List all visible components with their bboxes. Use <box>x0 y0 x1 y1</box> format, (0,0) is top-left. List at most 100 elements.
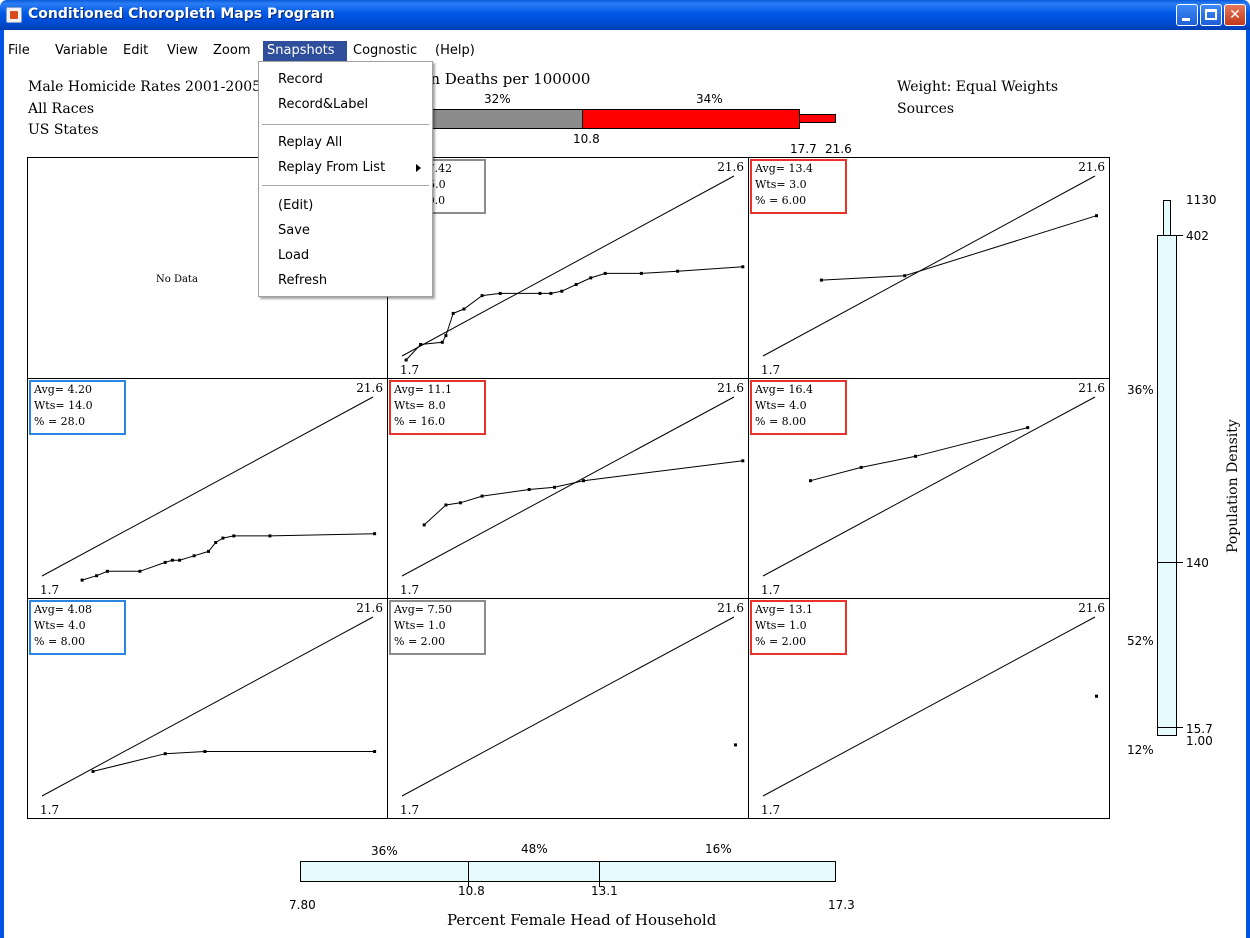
data-point <box>553 485 556 489</box>
top-slider-tick-21-6: 21.6 <box>825 142 852 156</box>
scatter-panel[interactable]: 21.6 1.7 Avg= 11.1 Wts= 8.0 % = 16.0 <box>387 378 749 599</box>
bottom-slider-middle-segment[interactable] <box>468 861 600 882</box>
stat-weights: Wts= 1.0 <box>755 619 807 632</box>
panel-max-label: 21.6 <box>356 601 383 615</box>
right-slider-middle-segment[interactable] <box>1157 562 1177 728</box>
menu-snapshots[interactable]: Snapshots <box>263 41 347 61</box>
data-point <box>163 752 167 756</box>
data-point <box>373 750 377 753</box>
data-point <box>819 278 823 282</box>
series-line <box>405 266 743 361</box>
right-slider-pct-middle: 52% <box>1127 634 1154 648</box>
stat-percent: % = 28.0 <box>34 415 86 428</box>
scatter-panel[interactable]: 21.61.7Avg= 7.42Wts= 5.0% = 10.0 <box>387 157 749 379</box>
window-title: Conditioned Choropleth Maps Program <box>28 6 335 22</box>
panel-max-label: 21.6 <box>1078 601 1105 615</box>
data-point <box>192 554 196 558</box>
stat-weights: Wts= 1.0 <box>394 619 446 632</box>
maximize-button[interactable] <box>1200 4 1222 26</box>
menu-item-save[interactable]: Save <box>278 223 310 238</box>
menu-file[interactable]: File <box>4 41 34 61</box>
bottom-slider-upper-segment[interactable] <box>599 861 836 882</box>
menu-item-record-label[interactable]: Record&Label <box>278 97 368 112</box>
menu-item-replay-from-list[interactable]: Replay From List <box>278 160 385 175</box>
right-slider-top-segment[interactable] <box>1163 200 1171 236</box>
panel-max-label: 21.6 <box>1078 381 1105 395</box>
data-point <box>462 307 466 311</box>
scatter-panel[interactable]: 21.6 1.7 Avg= 13.4 Wts= 3.0 % = 6.00 <box>748 157 1110 379</box>
menu-item-refresh[interactable]: Refresh <box>278 273 327 288</box>
data-point <box>560 289 564 293</box>
minimize-button[interactable] <box>1176 4 1198 26</box>
menu-variable[interactable]: Variable <box>51 41 112 61</box>
bottom-slider-tick-7-80: 7.80 <box>289 898 316 912</box>
scatter-panel[interactable]: 21.6 1.7 Avg= 4.20 Wts= 14.0 % = 28.0 <box>27 378 388 599</box>
panel-stats-box: Avg= 7.50 Wts= 1.0 % = 2.00 <box>389 600 486 655</box>
top-slider-tail-segment[interactable] <box>799 114 836 123</box>
data-point <box>589 276 593 280</box>
panel-min-label: 1.7 <box>400 803 420 817</box>
data-point <box>440 340 444 344</box>
data-point <box>903 274 907 278</box>
right-slider-pct-lower: 12% <box>1127 743 1154 757</box>
right-slider-upper-segment[interactable] <box>1157 235 1177 563</box>
no-data-label: No Data <box>156 274 198 285</box>
java-app-icon <box>6 7 22 23</box>
scatter-panel[interactable]: 21.6 1.7 Avg= 16.4 Wts= 4.0 % = 8.00 <box>748 378 1110 599</box>
data-point <box>419 343 423 346</box>
data-point <box>676 269 680 273</box>
panel-max-label: 21.6 <box>717 601 744 615</box>
right-slider-tick-mark <box>1177 562 1183 563</box>
menu-cognostic[interactable]: Cognostic <box>349 41 421 61</box>
stat-percent: % = 8.00 <box>34 635 86 648</box>
top-slider-upper-segment[interactable] <box>582 109 800 129</box>
series-line <box>92 751 375 772</box>
series-line <box>821 215 1097 281</box>
bottom-slider-tick-17-3: 17.3 <box>828 898 855 912</box>
menu-item-replay-all[interactable]: Replay All <box>278 135 342 150</box>
right-slider-tick-1-00: 1.00 <box>1186 734 1213 748</box>
close-button[interactable]: ✕ <box>1224 4 1246 26</box>
data-point <box>549 291 553 295</box>
panel-min-label: 1.7 <box>761 803 781 817</box>
right-slider-tick-1130: 1130 <box>1186 193 1217 207</box>
bottom-slider-lower-segment[interactable] <box>300 861 469 882</box>
scatter-panel[interactable]: 21.6 1.7 Avg= 7.50 Wts= 1.0 % = 2.00 <box>387 598 749 819</box>
panel-min-label: 1.7 <box>400 583 420 597</box>
bottom-slider-pct-lower: 36% <box>371 844 398 858</box>
panel-min-label: 1.7 <box>40 583 60 597</box>
scatter-panel[interactable]: 21.6 1.7 Avg= 4.08 Wts= 4.0 % = 8.00 <box>27 598 388 819</box>
menu-edit[interactable]: Edit <box>119 41 152 61</box>
geography-label: US States <box>28 122 99 138</box>
panel-stats-box: Avg= 13.1 Wts= 1.0 % = 2.00 <box>750 600 847 655</box>
stat-weights: Wts= 4.0 <box>34 619 86 632</box>
stat-percent: % = 2.00 <box>755 635 807 648</box>
data-point <box>163 560 167 564</box>
menu-help[interactable]: (Help) <box>431 41 479 61</box>
bottom-slider-pct-middle: 48% <box>521 842 548 856</box>
menu-view[interactable]: View <box>163 41 202 61</box>
menu-zoom[interactable]: Zoom <box>209 41 254 61</box>
menu-item-load[interactable]: Load <box>278 248 309 263</box>
panel-stats-box: Avg= 11.1 Wts= 8.0 % = 16.0 <box>389 380 486 435</box>
panel-max-label: 21.6 <box>717 160 744 174</box>
series-line <box>810 427 1028 482</box>
bottom-slider-label: Percent Female Head of Household <box>447 911 717 929</box>
menu-item-record[interactable]: Record <box>278 72 323 87</box>
data-point <box>498 291 502 295</box>
menu-item-edit[interactable]: (Edit) <box>278 198 313 213</box>
window-border-right <box>1246 30 1250 938</box>
data-point <box>1026 426 1030 430</box>
data-point <box>574 283 578 286</box>
right-slider-tick-402: 402 <box>1186 229 1209 243</box>
data-point <box>809 479 812 483</box>
panel-max-label: 21.6 <box>717 381 744 395</box>
data-point <box>95 574 99 578</box>
dataset-title: Male Homicide Rates 2001-2005 <box>28 79 262 95</box>
right-slider-lower-segment[interactable] <box>1157 727 1177 736</box>
scatter-panel[interactable]: 21.6 1.7 Avg= 13.1 Wts= 1.0 % = 2.00 <box>748 598 1110 819</box>
data-point <box>80 578 84 582</box>
stat-average: Avg= 11.1 <box>394 383 452 396</box>
panel-stats-box: Avg= 16.4 Wts= 4.0 % = 8.00 <box>750 380 847 435</box>
right-slider-tick-mark <box>1177 727 1183 728</box>
